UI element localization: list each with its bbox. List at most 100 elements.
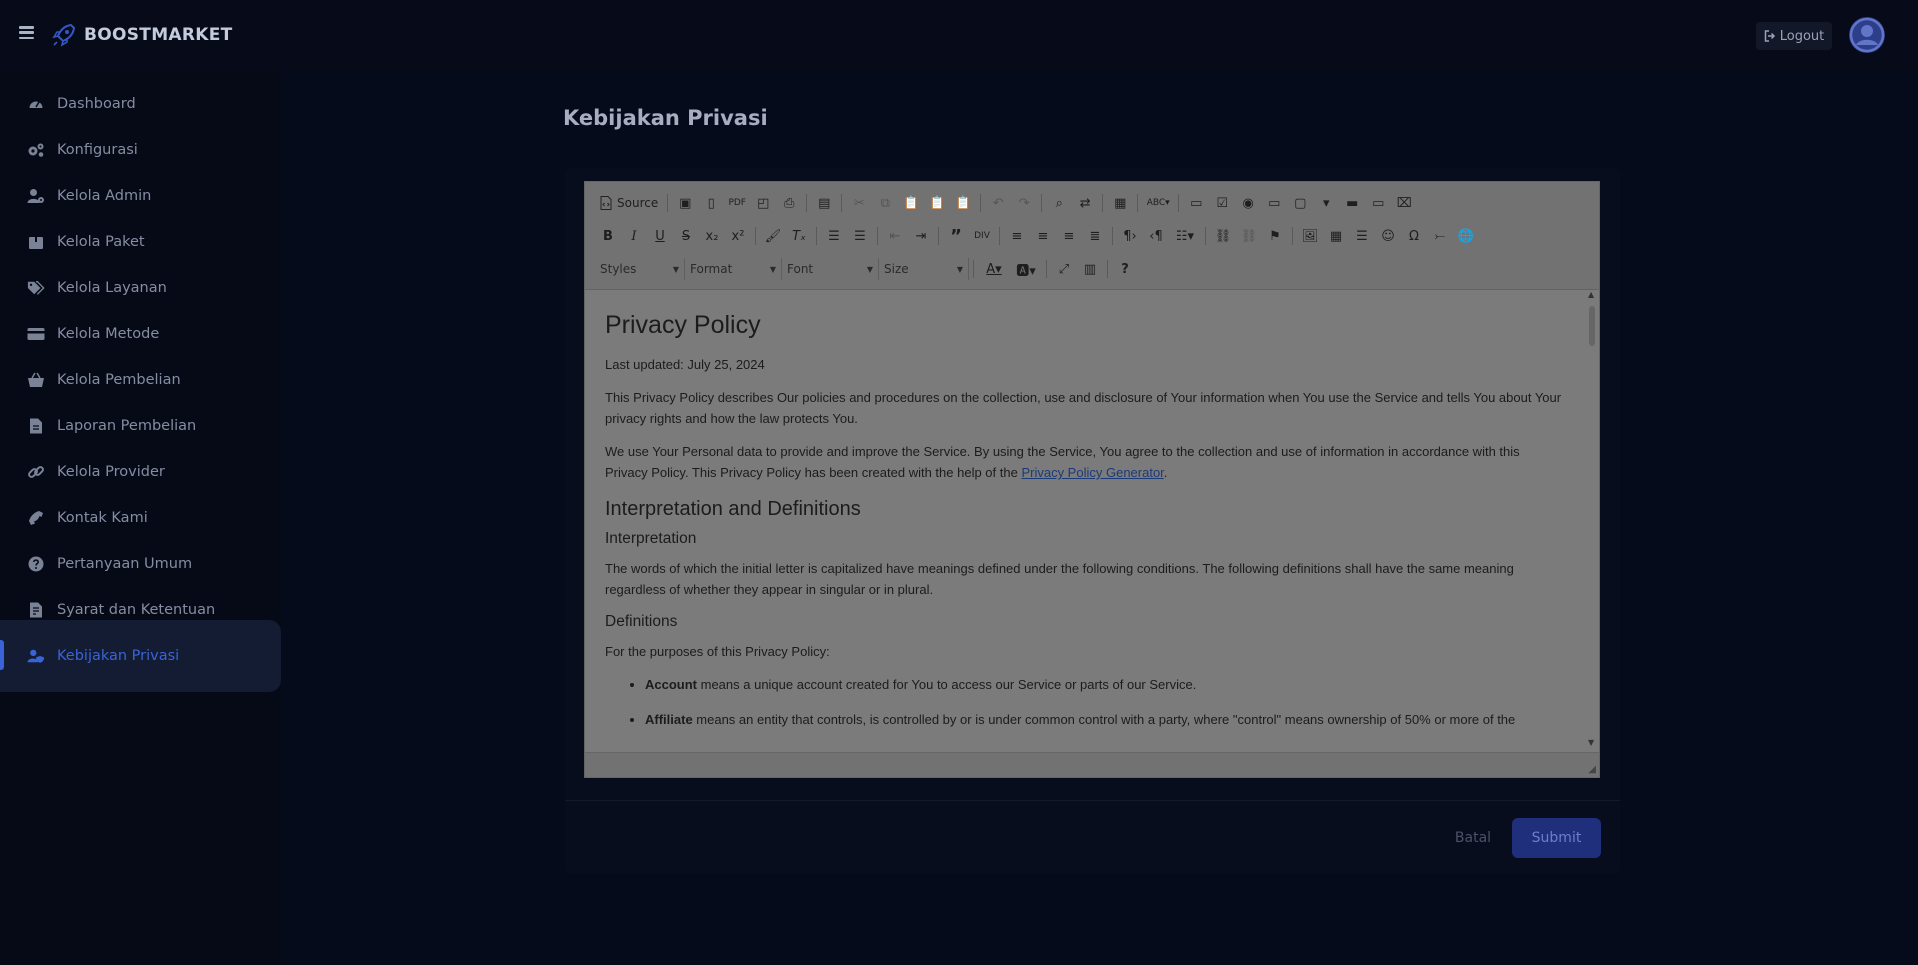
select-field-icon[interactable]: ▾ (1313, 191, 1339, 215)
anchor-icon[interactable]: ⚑ (1262, 224, 1288, 248)
copy-icon[interactable]: ⧉ (872, 191, 898, 215)
numbered-list-icon[interactable]: ☰ (821, 224, 847, 248)
special-char-icon[interactable]: Ω (1401, 224, 1427, 248)
help-icon[interactable]: ? (1112, 257, 1138, 281)
sidebar-item-kelola-paket[interactable]: Kelola Paket (0, 219, 281, 265)
toolbar-separator (1046, 260, 1047, 278)
div-container-icon[interactable]: DIV (969, 224, 995, 248)
ltr-icon[interactable]: ¶› (1117, 224, 1143, 248)
unlink-icon[interactable]: ⛓ (1236, 224, 1262, 248)
sidebar-item-kelola-layanan[interactable]: Kelola Layanan (0, 265, 281, 311)
sidebar-item-kebijakan-privasi[interactable]: Kebijakan Privasi (0, 620, 281, 692)
redo-icon[interactable]: ↷ (1011, 191, 1037, 215)
bulleted-list-icon[interactable]: ☰ (847, 224, 873, 248)
size-dropdown[interactable]: Size ▼ (879, 258, 969, 280)
toolbar-separator (980, 194, 982, 212)
sidebar-item-dashboard[interactable]: Dashboard (0, 81, 281, 127)
hidden-field-icon[interactable]: ⌧ (1391, 191, 1417, 215)
scroll-thumb[interactable] (1589, 306, 1595, 346)
text-color-icon[interactable]: A▾ (978, 257, 1010, 281)
sidebar-item-kelola-pembelian[interactable]: Kelola Pembelian (0, 357, 281, 403)
blockquote-icon[interactable]: ” (943, 224, 969, 248)
export-pdf-icon[interactable]: PDF (724, 191, 750, 215)
bg-color-icon[interactable]: 🅰▾ (1010, 257, 1042, 281)
submit-button[interactable]: Submit (1512, 818, 1601, 858)
indent-icon[interactable]: ⇥ (908, 224, 934, 248)
text-field-icon[interactable]: ▭ (1261, 191, 1287, 215)
font-dropdown[interactable]: Font ▼ (782, 258, 879, 280)
sidebar-item-konfigurasi[interactable]: Konfigurasi (0, 127, 281, 173)
align-center-icon[interactable]: ≡ (1030, 224, 1056, 248)
horizontal-line-icon[interactable]: ☰ (1349, 224, 1375, 248)
replace-icon[interactable]: ⇄ (1072, 191, 1098, 215)
image-button-icon[interactable]: ▭ (1365, 191, 1391, 215)
remove-format-icon[interactable]: Tₓ (786, 224, 812, 248)
outdent-icon[interactable]: ⇤ (882, 224, 908, 248)
sidebar-item-kontak-kami[interactable]: Kontak Kami (0, 495, 281, 541)
privacy-policy-generator-link[interactable]: Privacy Policy Generator (1021, 465, 1163, 480)
button-field-icon[interactable]: ▬ (1339, 191, 1365, 215)
strikethrough-icon[interactable]: S (673, 224, 699, 248)
align-left-icon[interactable]: ≡ (1004, 224, 1030, 248)
print-icon[interactable]: ⎙ (776, 191, 802, 215)
paste-word-icon[interactable]: 📋 (950, 191, 976, 215)
radio-icon[interactable]: ◉ (1235, 191, 1261, 215)
save-icon[interactable]: ▣ (672, 191, 698, 215)
templates-icon[interactable]: ▤ (811, 191, 837, 215)
align-right-icon[interactable]: ≡ (1056, 224, 1082, 248)
cut-icon[interactable]: ✂ (846, 191, 872, 215)
scroll-up-icon[interactable]: ▲ (1588, 290, 1594, 299)
preview-icon[interactable]: ◰ (750, 191, 776, 215)
language-icon[interactable]: ☷▾ (1169, 224, 1201, 248)
editor-content[interactable]: Privacy Policy Last updated: July 25, 20… (585, 290, 1585, 752)
user-avatar[interactable] (1849, 17, 1885, 53)
superscript-icon[interactable]: x² (725, 224, 751, 248)
format-dropdown[interactable]: Format ▼ (685, 258, 782, 280)
italic-icon[interactable]: I (621, 224, 647, 248)
page-title: Kebijakan Privasi (563, 106, 768, 130)
textarea-icon[interactable]: ▢ (1287, 191, 1313, 215)
page-break-icon[interactable]: ⤚ (1427, 224, 1453, 248)
sidebar-item-kelola-provider[interactable]: Kelola Provider (0, 449, 281, 495)
new-page-icon[interactable]: ▯ (698, 191, 724, 215)
maximize-icon[interactable]: ⤢ (1051, 257, 1077, 281)
subscript-icon[interactable]: x₂ (699, 224, 725, 248)
spellcheck-icon[interactable]: ABC▾ (1142, 191, 1174, 215)
toolbar-separator (1137, 194, 1139, 212)
undo-icon[interactable]: ↶ (985, 191, 1011, 215)
link-icon[interactable]: ⛓ (1210, 224, 1236, 248)
resize-handle-icon[interactable]: ◢ (1588, 764, 1596, 775)
select-all-icon[interactable]: ▦ (1107, 191, 1133, 215)
paste-icon[interactable]: 📋 (898, 191, 924, 215)
copy-format-icon[interactable]: 🖌 (760, 224, 786, 248)
source-button[interactable]: Source (595, 191, 663, 215)
scroll-down-icon[interactable]: ▼ (1588, 738, 1594, 747)
editor-scrollbar[interactable]: ▲ ▼ (1585, 290, 1599, 752)
show-blocks-icon[interactable]: ▥ (1077, 257, 1103, 281)
styles-dropdown[interactable]: Styles ▼ (595, 258, 685, 280)
form-icon[interactable]: ▭ (1183, 191, 1209, 215)
sidebar-item-kelola-metode[interactable]: Kelola Metode (0, 311, 281, 357)
logout-button[interactable]: Logout (1756, 22, 1832, 50)
rtl-icon[interactable]: ‹¶ (1143, 224, 1169, 248)
sidebar-item-label: Kontak Kami (57, 510, 148, 526)
paste-text-icon[interactable]: 📋 (924, 191, 950, 215)
sidebar-item-laporan-pembelian[interactable]: Laporan Pembelian (0, 403, 281, 449)
find-icon[interactable]: ⌕ (1046, 191, 1072, 215)
table-icon[interactable]: ▦ (1323, 224, 1349, 248)
checkbox-icon[interactable]: ☑ (1209, 191, 1235, 215)
image-icon[interactable]: 🖼 (1297, 224, 1323, 248)
user-avatar-icon (1849, 17, 1885, 53)
list-item: Affiliate means an entity that controls,… (645, 709, 1565, 730)
underline-icon[interactable]: U (647, 224, 673, 248)
sidebar-item-pertanyaan-umum[interactable]: Pertanyaan Umum (0, 541, 281, 587)
toolbar-row-3: Styles ▼ Format ▼ Font ▼ Size ▼ A▾ 🅰▾ ⤢ ▥ ? (595, 256, 1138, 282)
sidebar-item-kelola-admin[interactable]: Kelola Admin (0, 173, 281, 219)
cancel-button[interactable]: Batal (1441, 818, 1505, 858)
toolbar-separator (877, 227, 878, 245)
menu-toggle-icon[interactable] (19, 26, 34, 39)
align-justify-icon[interactable]: ≣ (1082, 224, 1108, 248)
iframe-icon[interactable]: 🌐 (1453, 224, 1479, 248)
smiley-icon[interactable]: ☺ (1375, 224, 1401, 248)
bold-icon[interactable]: B (595, 224, 621, 248)
